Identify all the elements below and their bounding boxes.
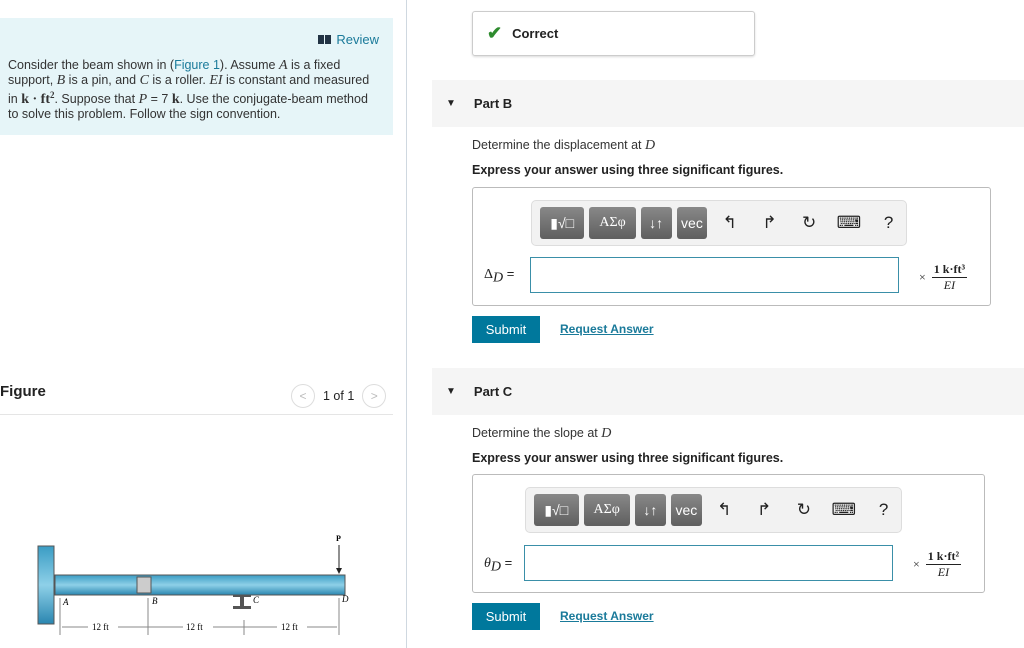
roller-c — [233, 606, 251, 609]
delta-d-input[interactable] — [530, 257, 899, 293]
part-b-question: Determine the displacement at D — [472, 138, 656, 153]
redo-icon[interactable]: ↱ — [747, 500, 782, 520]
greek-button[interactable]: ΑΣφ — [589, 207, 636, 239]
caret-down-icon: ▼ — [446, 386, 456, 397]
dim-bc: 12 ft — [186, 622, 203, 632]
submit-button-b[interactable]: Submit — [472, 316, 540, 343]
greek-button[interactable]: ΑΣφ — [583, 494, 630, 526]
help-icon[interactable]: ? — [871, 213, 906, 233]
book-icon — [318, 35, 332, 44]
review-label: Review — [336, 32, 379, 47]
theta-d-input[interactable] — [524, 545, 893, 581]
pin-b — [136, 576, 152, 594]
keyboard-icon[interactable]: ⌨ — [826, 500, 861, 520]
panel-divider — [406, 0, 407, 648]
request-answer-c[interactable]: Request Answer — [560, 609, 654, 623]
figure-pager: < 1 of 1 > — [291, 384, 387, 408]
status-label: Correct — [512, 26, 559, 41]
subscript-button[interactable]: ↓↑ — [640, 207, 672, 239]
prev-figure-button[interactable]: < — [291, 384, 315, 408]
label-d: D — [341, 594, 349, 604]
check-icon: ✔ — [487, 23, 503, 43]
caret-down-icon: ▼ — [446, 98, 456, 109]
label-a: A — [62, 597, 69, 607]
units-b: × 1 k·ft³ EI — [919, 262, 968, 292]
beam — [54, 574, 346, 596]
redo-icon[interactable]: ↱ — [752, 213, 787, 233]
reset-icon[interactable]: ↻ — [787, 500, 822, 520]
templates-button[interactable]: ▮√□ — [540, 207, 585, 239]
math-toolbar: ▮√□ ΑΣφ ↓↑ vec ↰ ↱ ↻ ⌨ ? — [531, 200, 907, 246]
part-b-answer-box: ▮√□ ΑΣφ ↓↑ vec ↰ ↱ ↻ ⌨ ? ΔD = × 1 k·ft³ EI — [472, 187, 991, 306]
part-c-answer-box: ▮√□ ΑΣφ ↓↑ vec ↰ ↱ ↻ ⌨ ? θD = × 1 k·ft² EI — [472, 474, 985, 593]
figure-link[interactable]: Figure 1 — [174, 58, 220, 72]
part-b-title: Part B — [473, 96, 513, 111]
page-indicator: 1 of 1 — [323, 389, 355, 403]
request-answer-b[interactable]: Request Answer — [560, 322, 654, 336]
figure-divider — [0, 414, 393, 415]
vector-button[interactable]: vec — [670, 494, 702, 526]
vector-button[interactable]: vec — [676, 207, 708, 239]
help-icon[interactable]: ? — [866, 500, 901, 520]
templates-button[interactable]: ▮√□ — [534, 494, 579, 526]
problem-text: Consider the beam shown in (Figure 1). A… — [8, 58, 370, 122]
keyboard-icon[interactable]: ⌨ — [832, 213, 867, 233]
wall-support — [37, 545, 55, 625]
dim-ab: 12 ft — [92, 622, 109, 632]
part-c-header[interactable]: ▼ Part C — [432, 368, 1024, 415]
label-b: B — [152, 596, 158, 606]
subscript-button[interactable]: ↓↑ — [634, 494, 666, 526]
dim-cd: 12 ft — [281, 622, 298, 632]
submit-button-c[interactable]: Submit — [472, 603, 540, 630]
figure-title: Figure — [0, 383, 46, 400]
units-c: × 1 k·ft² EI — [913, 549, 962, 579]
reset-icon[interactable]: ↻ — [792, 213, 827, 233]
status-correct: ✔ Correct — [472, 11, 755, 56]
undo-icon[interactable]: ↰ — [712, 213, 747, 233]
theta-d-label: θD = — [484, 555, 513, 575]
review-link[interactable]: Review — [318, 32, 379, 47]
label-p: P — [336, 534, 341, 543]
part-c-title: Part C — [473, 384, 513, 399]
problem-panel: Review Consider the beam shown in (Figur… — [0, 18, 393, 135]
part-c-instructions: Express your answer using three signific… — [472, 451, 784, 465]
undo-icon[interactable]: ↰ — [707, 500, 742, 520]
beam-figure: P A B C D 12 ft 12 ft 12 ft — [37, 534, 349, 635]
part-b-instructions: Express your answer using three signific… — [472, 163, 784, 177]
delta-d-label: ΔD = — [484, 266, 515, 286]
part-c-question: Determine the slope at D — [472, 426, 612, 441]
math-toolbar: ▮√□ ΑΣφ ↓↑ vec ↰ ↱ ↻ ⌨ ? — [525, 487, 902, 533]
label-c: C — [253, 595, 260, 605]
part-b-header[interactable]: ▼ Part B — [432, 80, 1024, 127]
next-figure-button[interactable]: > — [362, 384, 387, 408]
